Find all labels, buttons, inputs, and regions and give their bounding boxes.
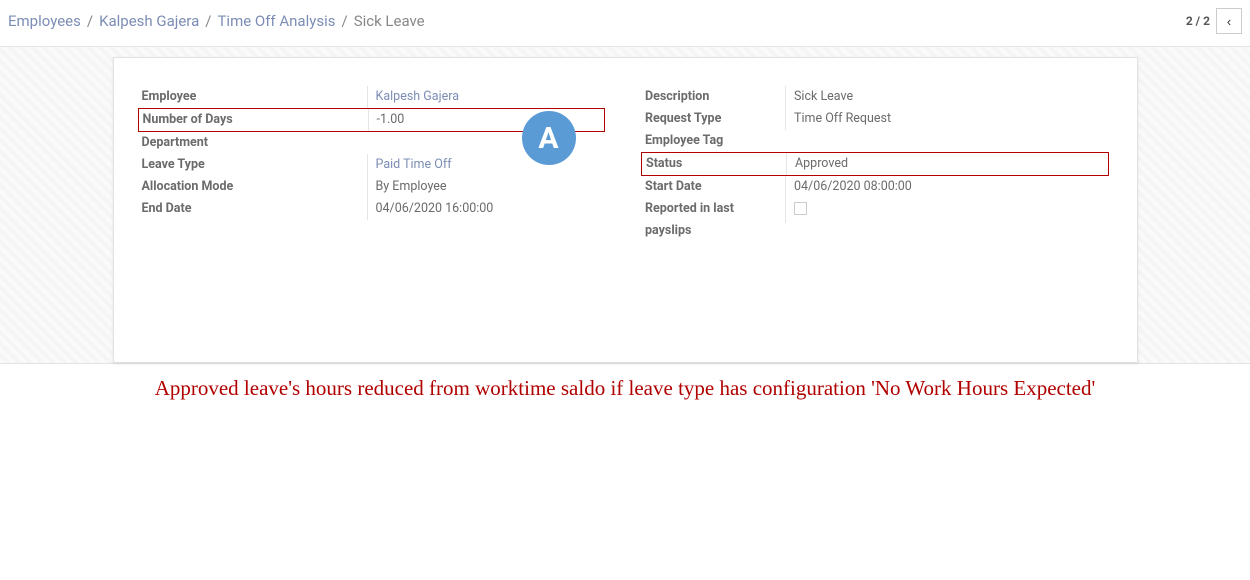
pager-prev-button[interactable]: ‹ [1216,8,1242,34]
field-value-start-date: 04/06/2020 08:00:00 [785,176,1109,198]
field-label-request-type: Request Type [645,108,785,130]
field-value-end-date: 04/06/2020 16:00:00 [367,198,606,220]
form-stage: Employee Kalpesh Gajera Number of Days -… [0,47,1250,364]
annotation-badge-a: A [522,111,576,165]
field-request-type: Request Type Time Off Request [645,108,1109,130]
field-reported-in-last-payslips: Reported in last payslips [645,198,1109,242]
field-employee-tag: Employee Tag [645,130,1109,152]
checkbox-reported[interactable] [794,202,807,215]
field-label-start-date: Start Date [645,176,785,198]
breadcrumb-person[interactable]: Kalpesh Gajera [99,12,199,30]
chevron-left-icon: ‹ [1227,14,1231,29]
pager-label: 2 / 2 [1186,14,1210,28]
field-start-date: Start Date 04/06/2020 08:00:00 [645,176,1109,198]
pager: 2 / 2 ‹ [1186,8,1242,34]
field-label-reported: Reported in last payslips [645,198,785,242]
field-value-allocation-mode: By Employee [367,176,606,198]
field-label-employee-tag: Employee Tag [645,130,785,152]
field-value-reported [785,198,1109,223]
record-form-card: Employee Kalpesh Gajera Number of Days -… [113,57,1138,363]
field-value-request-type: Time Off Request [785,108,1109,130]
field-description: Description Sick Leave [645,86,1109,108]
breadcrumb-separator: / [205,12,211,30]
breadcrumb-current: Sick Leave [354,12,425,30]
field-label-number-of-days: Number of Days [143,109,368,131]
field-value-leave-type[interactable]: Paid Time Off [367,154,606,176]
annotation-caption: Approved leave's hours reduced from work… [0,364,1250,413]
field-value-status: Approved [786,153,1108,175]
field-label-end-date: End Date [142,198,367,220]
breadcrumb-separator: / [87,12,93,30]
field-value-description: Sick Leave [785,86,1109,108]
field-label-employee: Employee [142,86,367,108]
field-label-department: Department [142,132,367,154]
breadcrumb: Employees / Kalpesh Gajera / Time Off An… [8,12,425,30]
field-value-employee[interactable]: Kalpesh Gajera [367,86,606,108]
field-label-leave-type: Leave Type [142,154,367,176]
form-right-column: Description Sick Leave Request Type Time… [645,86,1109,242]
field-label-description: Description [645,86,785,108]
field-status: Status Approved [641,152,1109,176]
field-label-status: Status [646,153,786,175]
page-header: Employees / Kalpesh Gajera / Time Off An… [0,0,1250,47]
field-end-date: End Date 04/06/2020 16:00:00 [142,198,606,220]
field-label-allocation-mode: Allocation Mode [142,176,367,198]
field-allocation-mode: Allocation Mode By Employee [142,176,606,198]
breadcrumb-analysis[interactable]: Time Off Analysis [217,12,335,30]
field-employee: Employee Kalpesh Gajera [142,86,606,108]
breadcrumb-employees[interactable]: Employees [8,12,81,30]
breadcrumb-separator: / [341,12,347,30]
